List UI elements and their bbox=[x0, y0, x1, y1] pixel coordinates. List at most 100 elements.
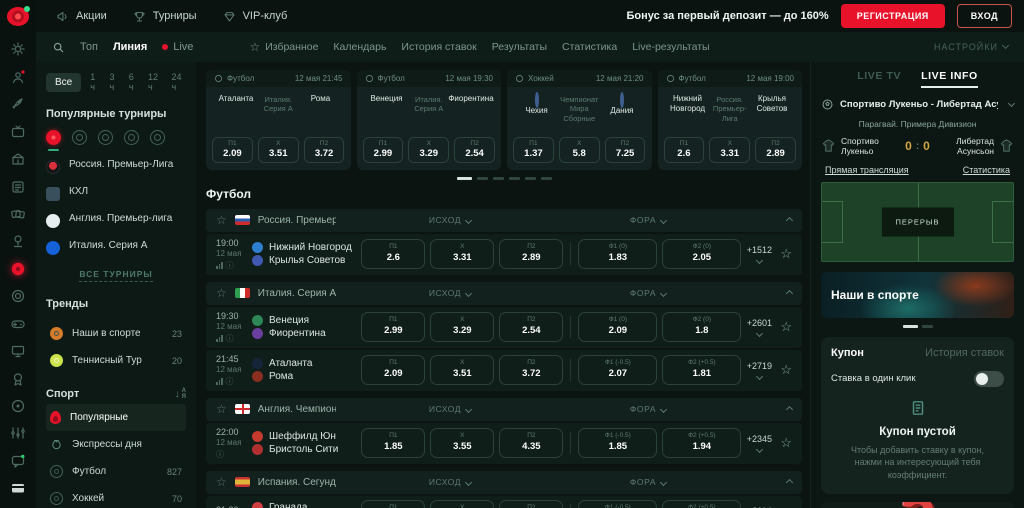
awards-icon[interactable] bbox=[8, 370, 28, 387]
match-teams[interactable]: Венеция Фиорентина bbox=[252, 312, 361, 342]
favorite-star-icon[interactable]: ☆ bbox=[780, 362, 792, 378]
odd-box[interactable]: П22.89 bbox=[499, 239, 563, 269]
odd-box[interactable]: X3.31 bbox=[709, 137, 750, 163]
odd-box[interactable]: Ф2 (+0.5)1.94 bbox=[662, 428, 741, 458]
tab-live-tv[interactable]: LIVE TV bbox=[857, 70, 901, 88]
league-header[interactable]: ☆ Англия. Чемпионшип ИСХОД ФОРА bbox=[206, 398, 802, 421]
odd-box[interactable]: П25.05 bbox=[499, 500, 563, 508]
odd-box[interactable]: П23.72 bbox=[304, 137, 345, 163]
sport-filter-icon[interactable] bbox=[150, 130, 165, 145]
odd-box[interactable]: П12.09 bbox=[361, 355, 425, 385]
league-star-icon[interactable]: ☆ bbox=[216, 402, 227, 416]
outcome-column-select[interactable]: ИСХОД bbox=[344, 404, 556, 414]
sport-filter-icon[interactable] bbox=[98, 130, 113, 145]
info-icon[interactable]: ⓘ bbox=[226, 376, 234, 387]
football-section-icon[interactable] bbox=[8, 260, 28, 277]
odd-box[interactable]: П23.72 bbox=[499, 355, 563, 385]
more-markets[interactable]: +1512 bbox=[741, 245, 777, 263]
favorite-star-icon[interactable]: ☆ bbox=[780, 246, 792, 262]
filter-6h[interactable]: 6 ч bbox=[129, 72, 139, 92]
odd-box[interactable]: П27.25 bbox=[605, 137, 646, 163]
league-star-icon[interactable]: ☆ bbox=[216, 286, 227, 300]
match-teams[interactable]: Шеффилд Юн Бристоль Сити bbox=[252, 428, 361, 458]
match-teams[interactable]: Нижний Новгород Крылья Советов bbox=[252, 239, 361, 269]
filter-24h[interactable]: 24 ч bbox=[172, 72, 186, 92]
target-icon[interactable] bbox=[8, 288, 28, 305]
more-markets[interactable]: +2345 bbox=[741, 434, 777, 452]
odd-box[interactable]: П22.89 bbox=[755, 137, 796, 163]
banner-dot[interactable] bbox=[903, 325, 918, 328]
carousel-dot[interactable] bbox=[509, 177, 520, 180]
virtual-sports-icon[interactable] bbox=[8, 343, 28, 360]
league-header[interactable]: ☆ Италия. Серия А ИСХОД ФОРА bbox=[206, 282, 802, 305]
odd-box[interactable]: П12.99 bbox=[363, 137, 404, 163]
odd-box[interactable]: X3.55 bbox=[430, 500, 494, 508]
odd-box[interactable]: X3.51 bbox=[258, 137, 299, 163]
odd-box[interactable]: X5.8 bbox=[559, 137, 600, 163]
toto-icon[interactable] bbox=[8, 178, 28, 195]
featured-card[interactable]: Футбол 12 мая 19:30 Венеция Италия. Сери… bbox=[357, 70, 502, 170]
nav-bet-history[interactable]: История ставок bbox=[401, 41, 476, 53]
match-teams[interactable]: Гранада Эйбар bbox=[252, 500, 361, 508]
tournament-epl[interactable]: Англия. Премьер-лига bbox=[46, 207, 186, 234]
odd-box[interactable]: X3.31 bbox=[430, 239, 494, 269]
collapse-league[interactable] bbox=[740, 214, 792, 226]
all-tournaments-link[interactable]: ВСЕ ТУРНИРЫ bbox=[79, 269, 152, 282]
stats-icon[interactable] bbox=[216, 378, 223, 385]
odd-box[interactable]: Ф1 (0)1.83 bbox=[578, 239, 657, 269]
tab-live[interactable]: Live bbox=[162, 41, 193, 53]
more-markets[interactable]: +2601 bbox=[741, 318, 777, 336]
outcome-column-select[interactable]: ИСХОД bbox=[344, 477, 556, 487]
tv-games-icon[interactable] bbox=[8, 123, 28, 140]
stream-tab[interactable]: Прямая трансляция bbox=[825, 165, 909, 175]
tab-line[interactable]: Линия bbox=[113, 41, 147, 53]
nav-calendar[interactable]: Календарь bbox=[333, 41, 386, 53]
odd-box[interactable]: X3.29 bbox=[430, 312, 494, 342]
odd-box[interactable]: П22.54 bbox=[499, 312, 563, 342]
outcome-column-select[interactable]: ИСХОД bbox=[344, 288, 556, 298]
favorite-star-icon[interactable]: ☆ bbox=[780, 319, 792, 335]
promo-banner[interactable]: Наши в спорте bbox=[821, 272, 1014, 318]
nav-promotions[interactable]: Акции bbox=[56, 10, 107, 23]
collapse-league[interactable] bbox=[740, 287, 792, 299]
sport-filter-icon[interactable] bbox=[124, 130, 139, 145]
brand-logo-icon[interactable] bbox=[7, 7, 29, 26]
freebet-promo[interactable]: NEW 5 bbox=[821, 502, 1014, 508]
nav-results[interactable]: Результаты bbox=[492, 41, 547, 53]
sport-hockey[interactable]: Хоккей70 bbox=[46, 485, 186, 508]
info-icon[interactable]: ⓘ bbox=[226, 260, 234, 271]
filter-3h[interactable]: 3 ч bbox=[110, 72, 120, 92]
tickets-icon[interactable] bbox=[8, 205, 28, 222]
odd-box[interactable]: П22.54 bbox=[454, 137, 495, 163]
carousel-dot[interactable] bbox=[525, 177, 536, 180]
tournament-rpl[interactable]: Россия. Премьер-Лига bbox=[46, 153, 186, 180]
outcome-column-select[interactable]: ИСХОД bbox=[344, 215, 556, 225]
odd-box[interactable]: П12.6 bbox=[361, 239, 425, 269]
boosts-rocket-icon[interactable] bbox=[8, 96, 28, 113]
info-icon[interactable]: ⓘ bbox=[216, 449, 224, 460]
featured-card[interactable]: Хоккей 12 мая 21:20 Чехия Чемпионат Мира… bbox=[507, 70, 652, 170]
stats-icon[interactable] bbox=[216, 335, 223, 342]
login-button[interactable]: ВХОД bbox=[957, 4, 1012, 28]
brand-games-icon[interactable] bbox=[8, 397, 28, 414]
nav-live-results[interactable]: Live-результаты bbox=[632, 41, 709, 53]
odd-box[interactable]: Ф2 (+0.5)2.06 bbox=[662, 500, 741, 508]
featured-card[interactable]: Футбол 12 мая 19:00 Нижний Новгород Росс… bbox=[658, 70, 803, 170]
stats-icon[interactable] bbox=[216, 262, 223, 269]
tournament-khl[interactable]: КХЛ bbox=[46, 180, 186, 207]
favorite-star-icon[interactable]: ☆ bbox=[780, 435, 792, 451]
league-header[interactable]: ☆ Испания. Сегунда ИСХОД ФОРА bbox=[206, 471, 802, 494]
carousel-dot[interactable] bbox=[541, 177, 552, 180]
tab-coupon[interactable]: Купон bbox=[831, 347, 864, 359]
sport-filter-icon[interactable] bbox=[72, 130, 87, 145]
settings-menu[interactable]: НАСТРОЙКИ bbox=[934, 42, 1008, 52]
odd-box[interactable]: Ф1 (-0.5)2.07 bbox=[578, 355, 657, 385]
odd-box[interactable]: X3.29 bbox=[408, 137, 449, 163]
tab-bet-history[interactable]: История ставок bbox=[925, 347, 1004, 359]
odd-box[interactable]: П12.09 bbox=[212, 137, 253, 163]
odd-box[interactable]: Ф1 (0)2.09 bbox=[578, 312, 657, 342]
odd-box[interactable]: П11.37 bbox=[513, 137, 554, 163]
sort-az-icon[interactable]: ↓АЯ bbox=[175, 388, 186, 400]
bonuses-icon[interactable] bbox=[8, 425, 28, 442]
settings-gear-icon[interactable] bbox=[8, 41, 28, 58]
